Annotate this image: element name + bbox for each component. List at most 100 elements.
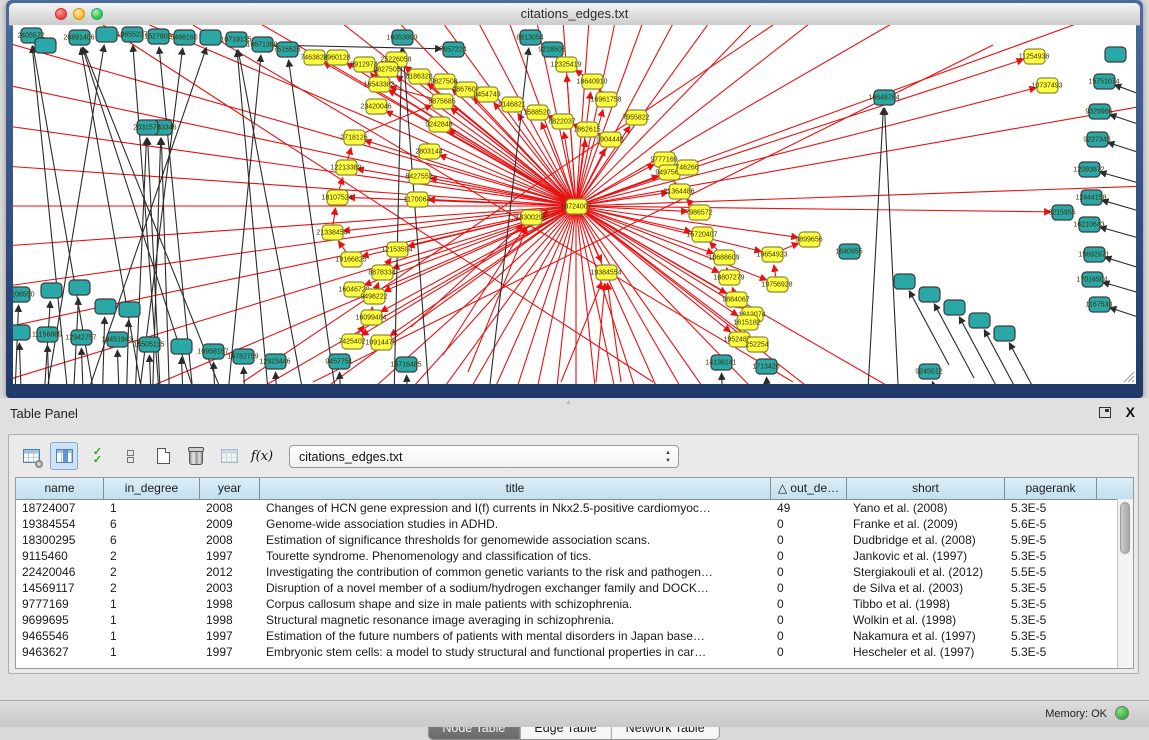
cell-out_de[interactable]: 0: [771, 532, 847, 548]
cell-title[interactable]: Investigating the contribution of common…: [260, 564, 771, 580]
graph-node[interactable]: 12325419: [550, 57, 581, 72]
cell-name[interactable]: 22420046: [16, 564, 104, 580]
graph-node[interactable]: 7425402: [338, 334, 365, 349]
cell-name[interactable]: 14569117: [16, 580, 104, 596]
cell-year[interactable]: 1998: [200, 596, 260, 612]
graph-node[interactable]: 19166825: [335, 252, 366, 267]
cell-name[interactable]: 9699695: [16, 612, 104, 628]
cell-short[interactable]: Yano et al. (2008): [847, 500, 1005, 516]
graph-node[interactable]: 12213389: [330, 160, 361, 175]
cell-out_de[interactable]: 0: [771, 564, 847, 580]
memory-status-indicator[interactable]: [1115, 706, 1129, 720]
cell-year[interactable]: 2012: [200, 564, 260, 580]
close-panel-icon[interactable]: X: [1126, 404, 1135, 420]
table-row[interactable]: 946554611997Estimation of the future num…: [16, 628, 1133, 644]
cell-in_degree[interactable]: 6: [104, 532, 200, 548]
graph-node[interactable]: 1588520: [523, 105, 550, 120]
graph-node[interactable]: 16961758: [590, 92, 621, 107]
graph-node[interactable]: 9245012: [915, 364, 942, 379]
graph-node[interactable]: 16053809: [386, 30, 417, 45]
graph-node[interactable]: 2031570: [133, 120, 160, 135]
graph-node[interactable]: [969, 313, 990, 328]
graph-node[interactable]: [41, 283, 62, 298]
graph-node[interactable]: 8186328: [405, 69, 432, 84]
cell-year[interactable]: 1997: [200, 548, 260, 564]
graph-node[interactable]: 10655237: [116, 27, 147, 42]
scrollbar-thumb[interactable]: [1120, 502, 1130, 554]
cell-short[interactable]: Nakamura et al. (1997): [847, 628, 1005, 644]
graph-node[interactable]: 2718126: [340, 130, 367, 145]
graph-node[interactable]: 20891406: [63, 30, 94, 45]
cell-name[interactable]: 19384554: [16, 516, 104, 532]
graph-node[interactable]: 9227343: [1083, 132, 1110, 147]
table-settings-button[interactable]: [17, 442, 45, 470]
network-graph-canvas[interactable]: 2405572208914061065523715278026466160107…: [13, 25, 1136, 384]
citation-network-graph[interactable]: 2405572208914061065523715278026466160107…: [13, 25, 1136, 384]
graph-node[interactable]: 16210643: [1073, 217, 1104, 232]
cell-out_de[interactable]: 0: [771, 628, 847, 644]
cell-pagerank[interactable]: 5.3E-5: [1005, 580, 1097, 596]
graph-node[interactable]: 14136141: [705, 355, 736, 370]
cell-year[interactable]: 2008: [200, 532, 260, 548]
graph-node[interactable]: 1167533: [1086, 297, 1113, 312]
graph-node[interactable]: 12444158: [1075, 190, 1106, 205]
graph-node[interactable]: [69, 280, 90, 295]
graph-node[interactable]: 9884067: [722, 292, 749, 307]
cell-in_degree[interactable]: 2: [104, 580, 200, 596]
table-row[interactable]: 946362711997Embryonic stem cells: a mode…: [16, 644, 1133, 660]
cell-title[interactable]: Structural magnetic resonance image aver…: [260, 612, 771, 628]
graph-node[interactable]: [1105, 47, 1126, 62]
cell-short[interactable]: Stergiakouli et al. (2012): [847, 564, 1005, 580]
graph-node[interactable]: 19654923: [756, 247, 787, 262]
graph-node[interactable]: 9242848: [425, 117, 452, 132]
graph-node[interactable]: 9498222: [360, 289, 387, 304]
float-panel-icon[interactable]: [1099, 407, 1111, 418]
graph-node[interactable]: 19384554: [590, 265, 621, 280]
table-row[interactable]: 2242004622012Investigating the contribut…: [16, 564, 1133, 580]
graph-node[interactable]: 7986572: [685, 205, 712, 220]
row-height-button[interactable]: [116, 442, 144, 470]
graph-node[interactable]: 1862615: [573, 122, 600, 137]
column-header-short[interactable]: short: [847, 478, 1005, 499]
cell-title[interactable]: Estimation of significance thresholds fo…: [260, 532, 771, 548]
cell-year[interactable]: 1998: [200, 612, 260, 628]
cell-pagerank[interactable]: 5.9E-5: [1005, 532, 1097, 548]
graph-node[interactable]: 10958167: [197, 344, 228, 359]
cell-in_degree[interactable]: 1: [104, 628, 200, 644]
cell-name[interactable]: 9463627: [16, 644, 104, 660]
graph-node[interactable]: 11156889: [32, 327, 62, 342]
graph-node[interactable]: 9875685: [428, 94, 455, 109]
cell-pagerank[interactable]: 5.3E-5: [1005, 612, 1097, 628]
cell-title[interactable]: Embryonic stem cells: a model to study s…: [260, 644, 771, 660]
graph-node[interactable]: 8813054: [516, 30, 543, 45]
graph-node[interactable]: 8454749: [473, 87, 500, 102]
cell-out_de[interactable]: 0: [771, 644, 847, 660]
table-scrollbar[interactable]: [1117, 499, 1133, 668]
graph-node[interactable]: [994, 326, 1015, 341]
delete-trash-button[interactable]: [182, 442, 210, 470]
cell-out_de[interactable]: 0: [771, 612, 847, 628]
column-header-pagerank[interactable]: pagerank: [1005, 478, 1097, 499]
cell-in_degree[interactable]: 1: [104, 500, 200, 516]
cell-name[interactable]: 18724007: [16, 500, 104, 516]
cell-short[interactable]: Tibbo et al. (1998): [847, 596, 1005, 612]
graph-node[interactable]: 16543382: [363, 77, 394, 92]
cell-out_de[interactable]: 0: [771, 548, 847, 564]
graph-node[interactable]: [35, 38, 56, 53]
new-document-button[interactable]: [149, 442, 177, 470]
graph-node[interactable]: 18107524: [321, 190, 352, 205]
graph-node[interactable]: 21364486: [663, 184, 694, 199]
graph-node[interactable]: 9329966: [1085, 104, 1112, 119]
graph-node[interactable]: 16099484: [355, 310, 386, 325]
graph-node[interactable]: 8215955: [1048, 205, 1075, 220]
column-header-out_de[interactable]: △ out_de…: [771, 478, 847, 499]
cell-pagerank[interactable]: 5.3E-5: [1005, 628, 1097, 644]
graph-node[interactable]: [13, 325, 30, 340]
column-header-title[interactable]: title: [260, 478, 771, 499]
table-row[interactable]: 969969511998Structural magnetic resonanc…: [16, 612, 1133, 628]
graph-node[interactable]: 1615182: [733, 315, 760, 330]
graph-node[interactable]: 26206550: [13, 287, 35, 302]
cell-out_de[interactable]: 49: [771, 500, 847, 516]
graph-node[interactable]: 10737493: [1031, 78, 1062, 93]
window-titlebar[interactable]: citations_edges.txt: [9, 3, 1140, 26]
